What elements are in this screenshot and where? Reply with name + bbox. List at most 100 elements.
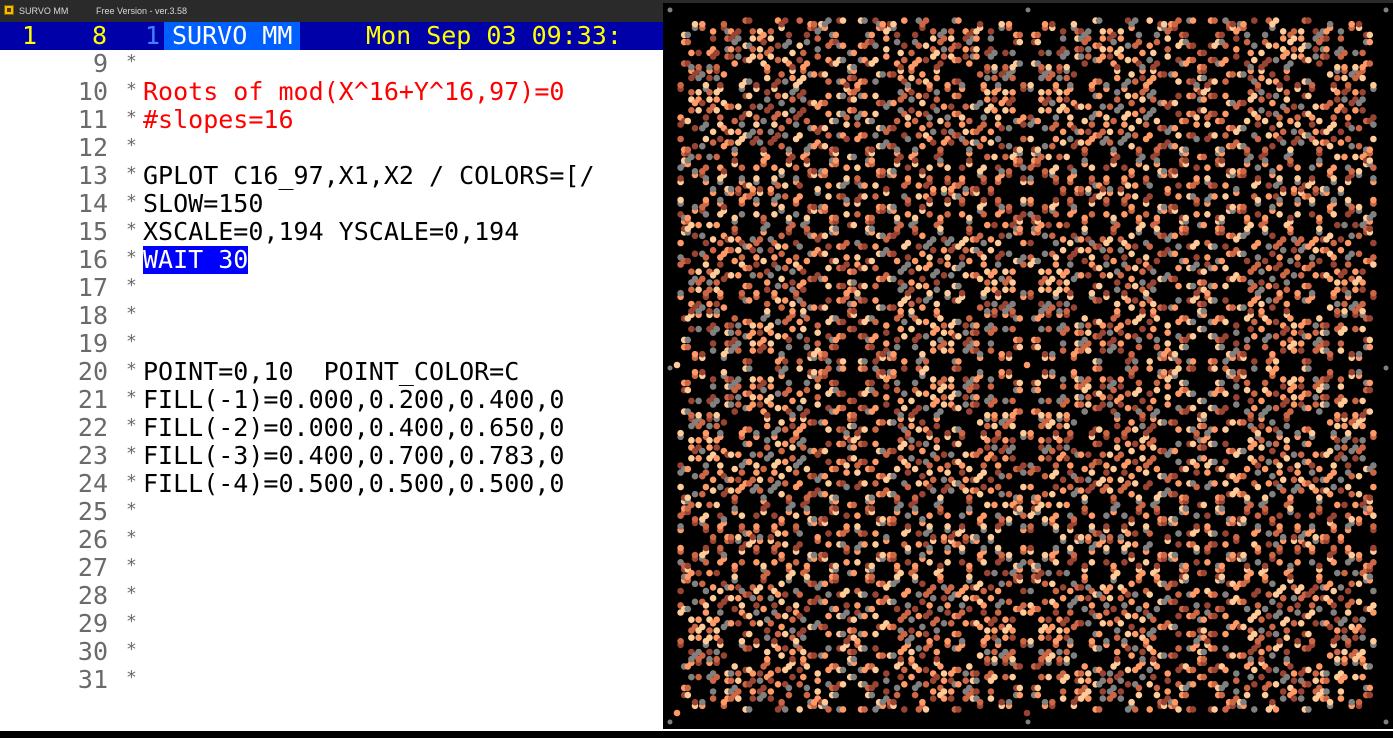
edit-line[interactable]: 19 * [0,330,665,358]
line-text[interactable]: XSCALE=0,194 YSCALE=0,194 [143,218,519,246]
root-point [749,46,757,53]
root-point [688,63,695,71]
edit-line[interactable]: 22 * FILL(-2)=0.000,0.400,0.650,0 [0,414,665,442]
line-text[interactable]: WAIT 30 [143,246,249,274]
edit-line[interactable]: 18 * [0,302,665,330]
survo-app-icon[interactable] [4,5,14,15]
edit-line[interactable]: 12 * [0,134,665,162]
line-text[interactable]: #slopes=16 [143,106,294,134]
root-point [774,297,782,304]
root-point [1171,304,1179,311]
root-point [944,175,951,182]
root-point [1034,465,1042,473]
root-point [839,282,847,290]
root-point [1045,616,1052,623]
edit-line[interactable]: 9 * [0,50,665,78]
edit-line[interactable]: 30 * [0,638,665,666]
edit-line[interactable]: 16 * WAIT 30 [0,246,665,274]
edit-line[interactable]: 25 * [0,498,665,526]
root-point [1041,350,1049,358]
root-point [962,329,969,337]
root-point [709,236,717,243]
root-point [702,135,710,143]
root-point [944,196,951,204]
root-point [955,42,962,49]
root-point [868,562,876,570]
root-point [1009,634,1016,641]
root-point [1049,652,1056,659]
root-point [738,289,746,297]
root-point [933,634,941,641]
edit-line[interactable]: 31 * [0,666,665,694]
line-text[interactable]: FILL(-3)=0.400,0.700,0.783,0 [143,442,564,470]
edit-line[interactable]: 15 * XSCALE=0,194 YSCALE=0,194 [0,218,665,246]
line-text[interactable]: SLOW=150 [143,190,263,218]
root-point [695,49,702,57]
root-point [1052,462,1060,469]
line-text[interactable]: Roots of mod(X^16+Y^16,97)=0 [143,78,564,106]
line-text[interactable]: FILL(-2)=0.000,0.400,0.650,0 [143,414,564,442]
status-bar: 1 8 1 SURVO MM Mon Sep 03 09:33: [0,22,670,50]
root-point [1229,304,1236,311]
edit-line[interactable]: 27 * [0,554,665,582]
root-point [735,28,742,35]
root-point [940,620,948,627]
edit-line[interactable]: 10 * Roots of mod(X^16+Y^16,97)=0 [0,78,665,106]
edit-line[interactable]: 17 * [0,274,665,302]
line-text[interactable]: GPLOT C16_97,X1,X2 / COLORS=[/ [143,162,595,190]
root-point [767,272,775,279]
root-point [966,117,973,125]
root-point [1095,612,1103,620]
root-point [778,652,785,659]
root-point [1222,541,1229,548]
edit-line[interactable]: 23 * FILL(-3)=0.400,0.700,0.783,0 [0,442,665,470]
edit-line[interactable]: 26 * [0,526,665,554]
root-point [781,440,789,448]
edit-line[interactable]: 11 * #slopes=16 [0,106,665,134]
root-point [893,684,901,692]
edit-line[interactable]: 29 * [0,610,665,638]
line-text[interactable]: POINT=0,10 POINT_COLOR=C [143,358,519,386]
gplot-graphics-window[interactable] [663,3,1393,729]
root-point [962,128,969,136]
root-point [890,447,897,455]
root-point [926,544,933,552]
edit-line[interactable]: 14 * SLOW=150 [0,190,665,218]
root-point [1002,107,1009,114]
root-point [1135,117,1143,125]
root-point [890,304,897,311]
root-point [789,221,796,229]
root-point [962,584,969,591]
root-point [1049,20,1056,28]
root-point [1139,455,1146,462]
root-point [709,139,717,146]
root-point [872,426,879,433]
edit-line[interactable]: 13 * GPLOT C16_97,X1,X2 / COLORS=[/ [0,162,665,190]
root-point [893,214,901,222]
root-point [980,164,987,171]
root-point [738,512,746,519]
root-point [944,254,951,261]
edit-field[interactable]: 9 * 10 * Roots of mod(X^16+Y^16,97)=0 11 * #slo… [0,50,665,732]
root-point [919,516,926,523]
root-point [1211,78,1218,85]
root-point [832,465,840,473]
edit-line[interactable]: 20 * POINT=0,10 POINT_COLOR=C [0,358,665,386]
root-point [958,254,966,261]
root-point [966,408,973,415]
edit-line[interactable]: 24 * FILL(-4)=0.500,0.500,0.500,0 [0,470,665,498]
root-point [749,695,757,702]
root-point [1124,458,1132,466]
edit-line[interactable]: 21 * FILL(-1)=0.000,0.200,0.400,0 [0,386,665,414]
root-point [1128,250,1135,258]
root-point [1049,350,1056,358]
root-point [1189,666,1197,674]
root-point [1211,182,1218,189]
root-point [717,483,724,491]
edit-line[interactable]: 28 * [0,582,665,610]
line-text[interactable]: FILL(-1)=0.000,0.200,0.400,0 [143,386,564,414]
root-point [789,96,796,103]
root-point [1182,379,1190,387]
root-point [944,637,951,645]
line-text[interactable]: FILL(-4)=0.500,0.500,0.500,0 [143,470,564,498]
